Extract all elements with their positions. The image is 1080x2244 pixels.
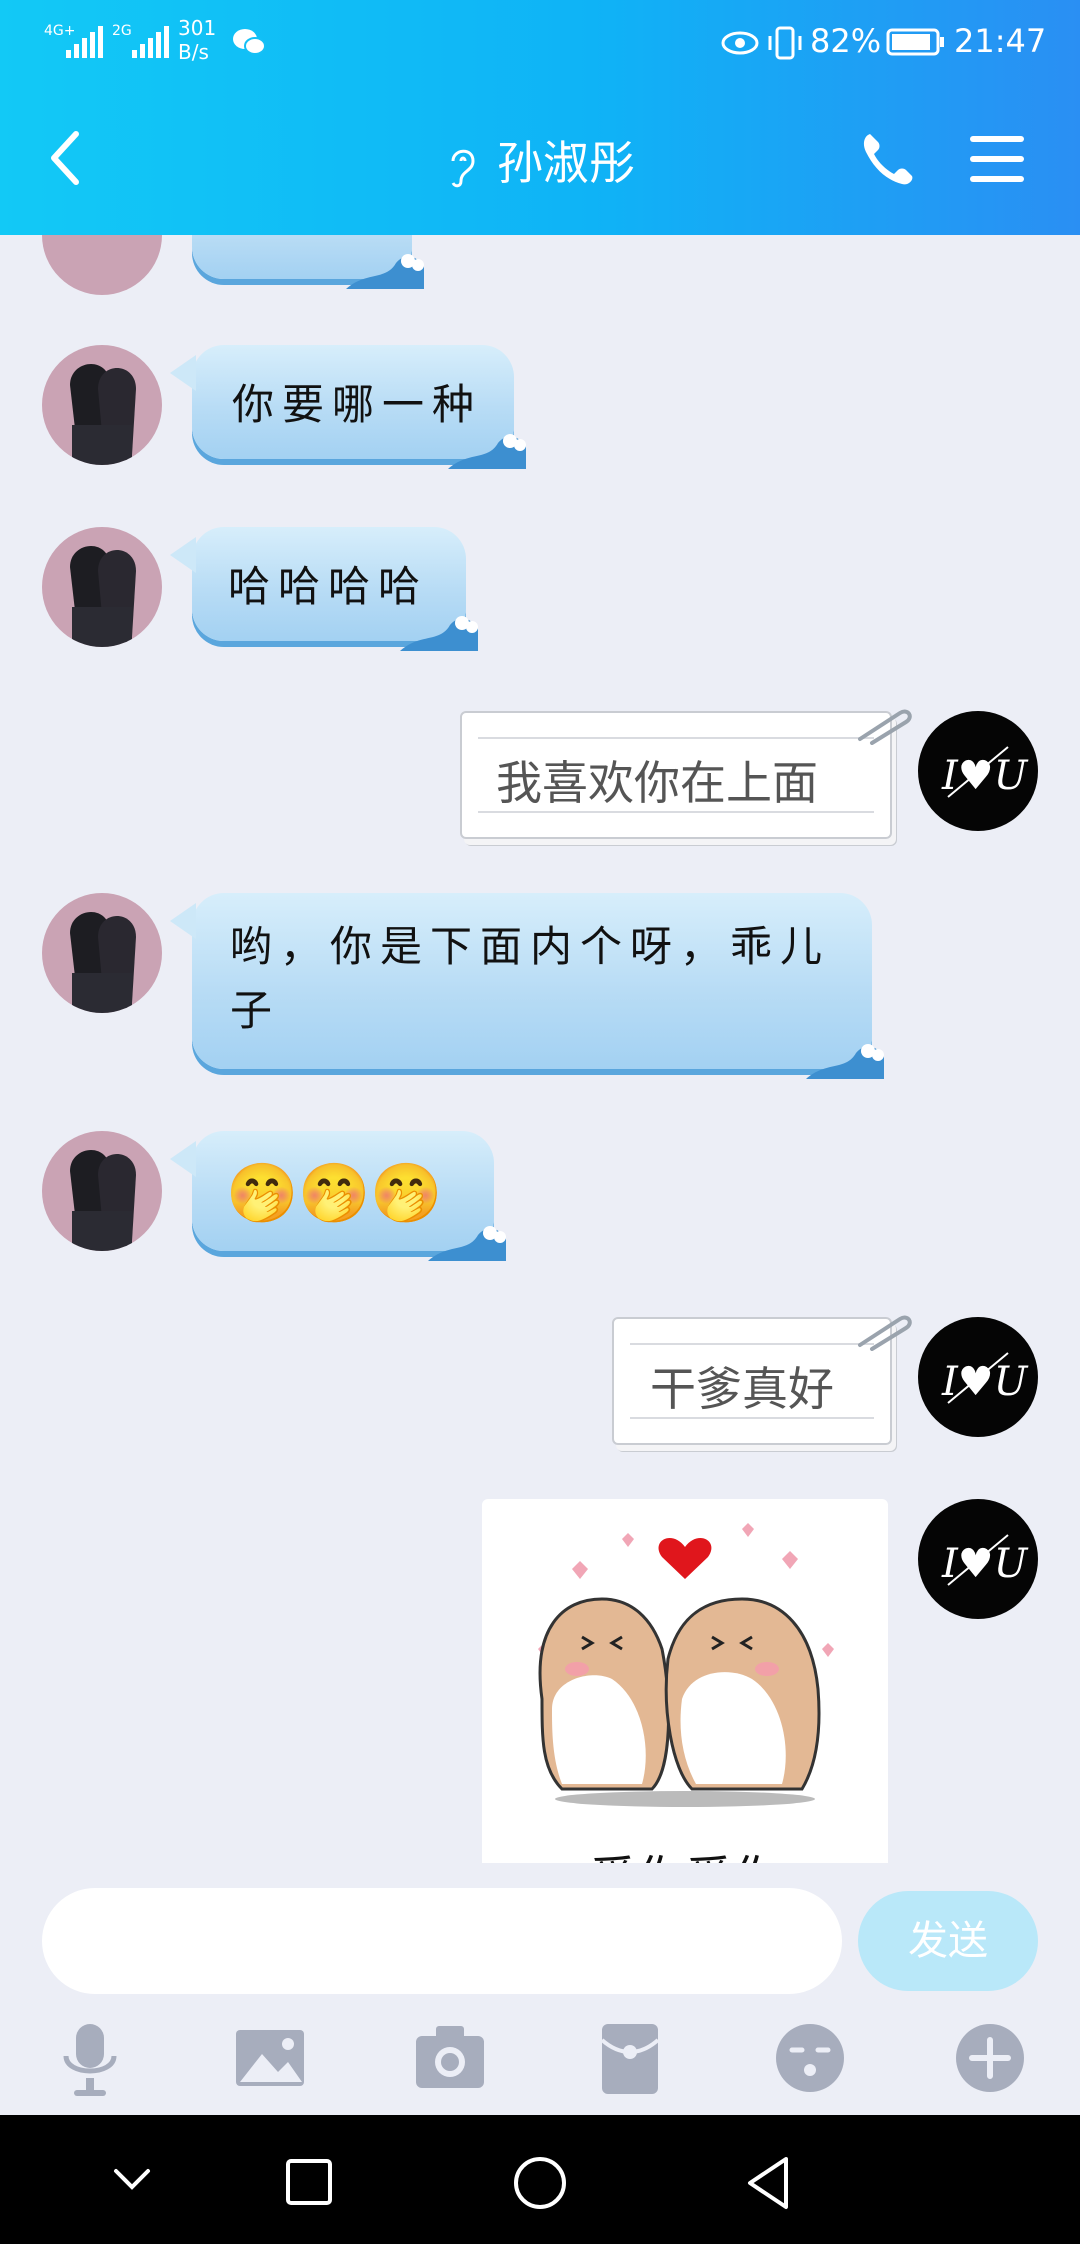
system-navigation-bar: [0, 2115, 1080, 2244]
message-text: 干爹真好: [650, 1362, 834, 1416]
signal-indicator-1: 4G+: [44, 22, 104, 62]
message-text: 我喜欢你在上面: [496, 756, 818, 810]
message-bubble[interactable]: 哟，你是下面内个呀，乖儿子: [170, 893, 884, 1079]
sticker-image[interactable]: 爱你爱你: [482, 1499, 888, 1863]
red-packet-icon[interactable]: [590, 2018, 670, 2098]
eye-icon: [721, 31, 759, 55]
my-avatar[interactable]: I♥U: [918, 711, 1038, 831]
send-button[interactable]: 发送: [858, 1891, 1038, 1991]
sticker-caption: 爱你爱你: [482, 1839, 888, 1863]
image-icon[interactable]: [230, 2018, 310, 2098]
message-text: 哈哈哈哈: [228, 562, 429, 611]
message-bubble-sent[interactable]: 干爹真好: [612, 1315, 912, 1445]
app-header: 4G+ 2G 301 B/s 82% 21:47 孙淑彤: [0, 0, 1080, 235]
battery-icon: [886, 28, 944, 56]
my-avatar[interactable]: I♥U: [918, 1499, 1038, 1619]
signal-indicator-2: 2G: [112, 22, 172, 62]
contact-avatar[interactable]: [42, 235, 162, 295]
paperclip-icon: [858, 709, 912, 745]
back-nav-icon[interactable]: [742, 2155, 794, 2211]
battery-percent: 82%: [810, 22, 882, 60]
message-text: 你要哪一种: [232, 380, 483, 429]
contact-avatar[interactable]: [42, 893, 162, 1013]
contact-avatar[interactable]: [42, 1131, 162, 1251]
message-bubble[interactable]: 哈哈哈哈: [170, 527, 478, 651]
hamster-sticker-illustration: [538, 1523, 834, 1807]
message-bubble-partial[interactable]: [192, 235, 424, 289]
contact-name: 孙淑彤: [497, 136, 635, 190]
phone-icon[interactable]: [858, 130, 916, 188]
my-avatar[interactable]: I♥U: [918, 1317, 1038, 1437]
emoji-icon[interactable]: [770, 2018, 850, 2098]
clock: 21:47: [954, 22, 1047, 60]
menu-icon[interactable]: [970, 134, 1024, 184]
home-icon[interactable]: [512, 2155, 568, 2211]
contact-avatar[interactable]: [42, 345, 162, 465]
input-bar: 发送: [0, 1863, 1080, 2115]
message-text: 哟，你是下面内个呀，乖儿子: [230, 922, 831, 1035]
paperclip-icon: [858, 1315, 912, 1351]
message-bubble[interactable]: 你要哪一种: [170, 345, 526, 469]
microphone-icon[interactable]: [50, 2018, 130, 2098]
contact-avatar[interactable]: [42, 527, 162, 647]
earpiece-mode-icon[interactable]: [445, 143, 479, 191]
chat-title: 孙淑彤: [0, 128, 1080, 198]
wechat-icon: [233, 29, 266, 55]
message-input[interactable]: [42, 1888, 842, 1994]
network-speed: 301 B/s: [178, 16, 216, 64]
recent-apps-icon[interactable]: [284, 2157, 334, 2207]
camera-icon[interactable]: [410, 2018, 490, 2098]
network-speed-value: 301: [178, 16, 217, 40]
plus-icon[interactable]: [950, 2018, 1030, 2098]
message-bubble-sent[interactable]: 我喜欢你在上面: [460, 709, 912, 839]
message-bubble[interactable]: 🤭🤭🤭: [170, 1131, 506, 1261]
vibrate-icon: [768, 26, 802, 60]
message-emoji: 🤭🤭🤭: [226, 1159, 443, 1227]
collapse-icon[interactable]: [110, 2157, 154, 2201]
message-list[interactable]: 你要哪一种 哈哈哈哈 我喜欢你在上面 I♥U 哟，你是下面内个呀，乖儿子 🤭🤭🤭: [0, 235, 1080, 1863]
network-speed-unit: B/s: [178, 40, 209, 64]
